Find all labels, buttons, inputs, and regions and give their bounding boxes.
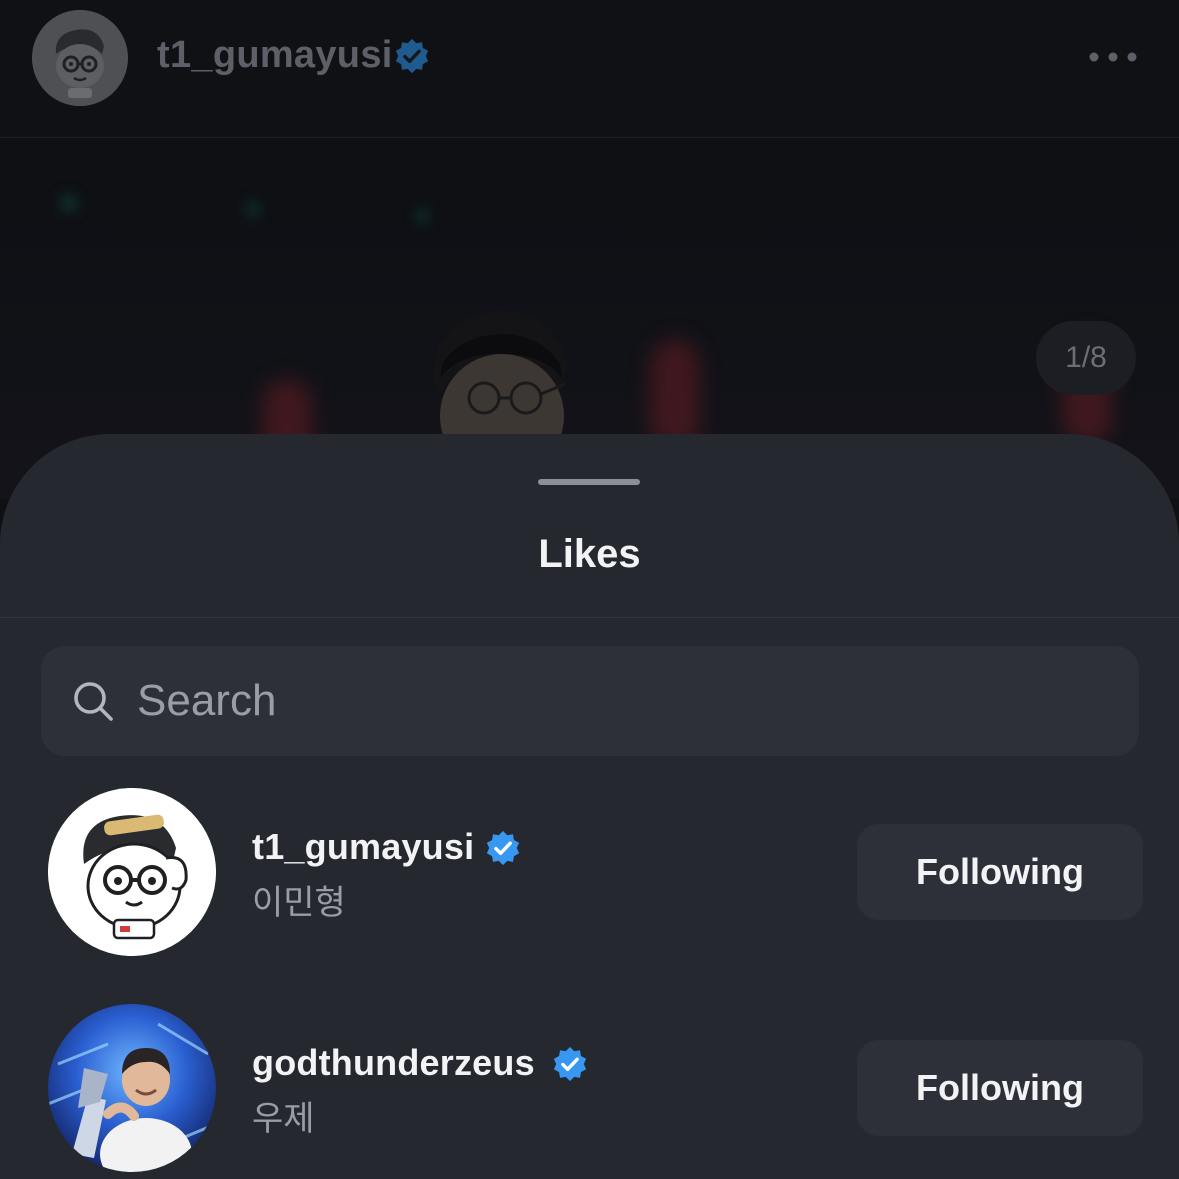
cartoon-avatar-icon: [32, 10, 128, 106]
username[interactable]: t1_gumayusi: [252, 826, 474, 868]
stage-light: [60, 194, 78, 212]
avatar[interactable]: [48, 1004, 216, 1172]
search-icon: [74, 682, 113, 721]
sheet-title: Likes: [538, 532, 641, 576]
avatar[interactable]: [48, 788, 216, 956]
instagram-post-screen: t1_gumayusi 1/8 Likes Search t1_gumayusi…: [0, 0, 1179, 1179]
stage-light: [415, 209, 429, 223]
more-options-icon[interactable]: [1086, 42, 1142, 72]
following-button[interactable]: Following: [857, 824, 1143, 920]
post-author-username[interactable]: t1_gumayusi: [157, 34, 393, 77]
list-item[interactable]: godthunderzeus 우제 Following: [0, 1004, 1179, 1174]
verified-badge-icon: [395, 38, 429, 74]
full-name: 이민형: [252, 884, 346, 922]
sheet-grabber-handle[interactable]: [538, 479, 640, 485]
carousel-page-counter: 1/8: [1036, 321, 1136, 395]
username[interactable]: godthunderzeus: [252, 1042, 535, 1084]
profile-photo: [48, 1004, 216, 1172]
cartoon-avatar-icon: [48, 788, 216, 956]
post-header: t1_gumayusi: [0, 0, 1179, 138]
likes-bottom-sheet: Likes Search t1_gumayusi 이민형 Following g…: [0, 434, 1179, 1179]
search-bar[interactable]: [41, 646, 1139, 756]
list-item[interactable]: t1_gumayusi 이민형 Following: [0, 788, 1179, 958]
person-silhouette: [433, 311, 568, 444]
verified-badge-icon: [553, 1046, 587, 1082]
stage-glow: [650, 339, 700, 449]
full-name: 우제: [252, 1100, 315, 1138]
post-author-avatar[interactable]: [32, 10, 128, 106]
verified-badge-icon: [486, 830, 520, 866]
stage-light: [245, 201, 261, 217]
divider: [0, 617, 1179, 618]
search-input[interactable]: [137, 646, 1117, 756]
following-button[interactable]: Following: [857, 1040, 1143, 1136]
